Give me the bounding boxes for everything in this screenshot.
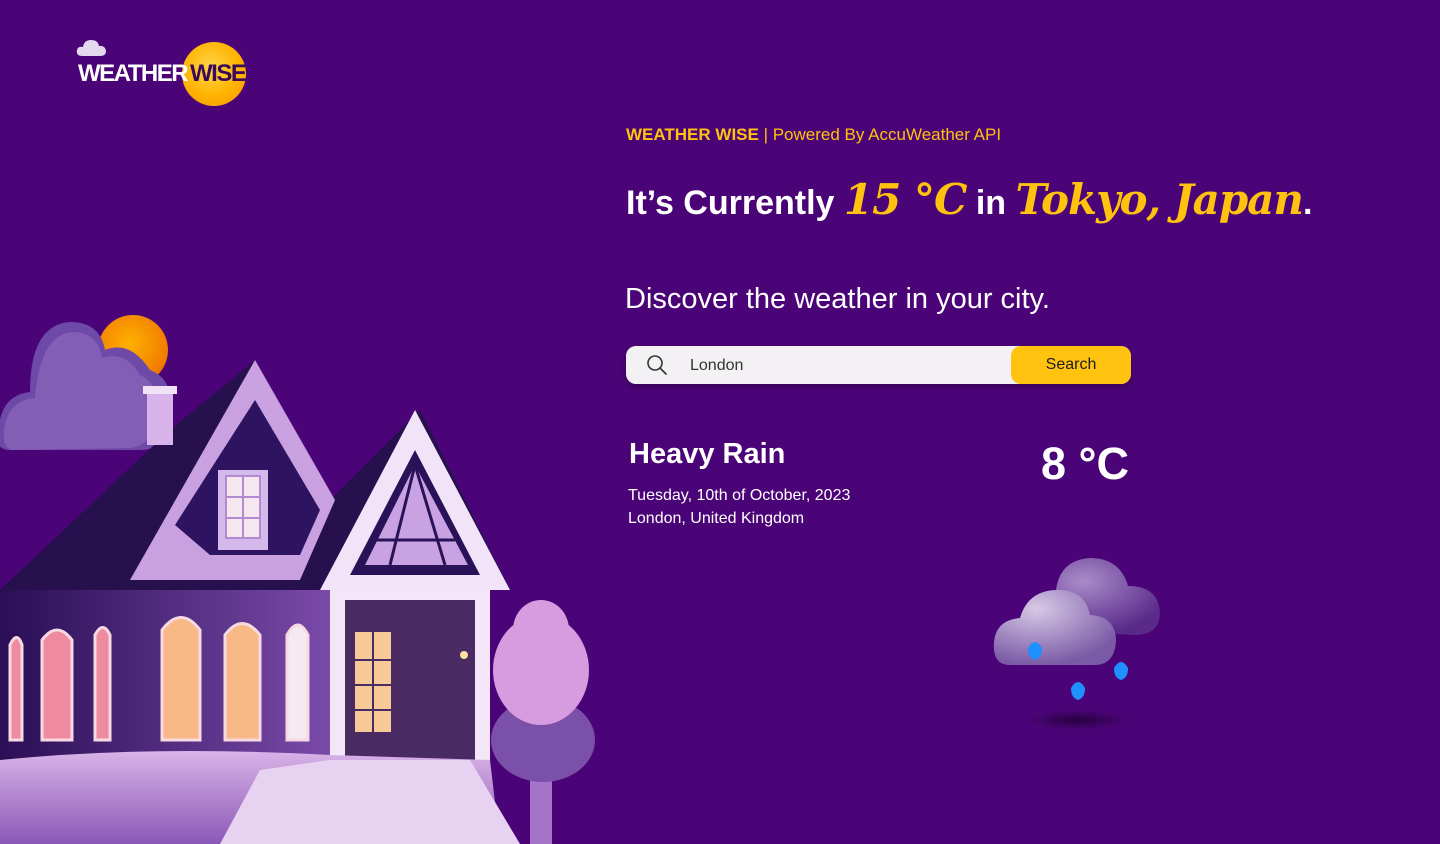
search-icon[interactable]	[646, 354, 668, 376]
current-city: Tokyo, Japan	[1015, 175, 1304, 224]
search-input[interactable]	[688, 352, 1012, 380]
brand-name: WEATHER WISE	[626, 125, 759, 144]
search-bar: Search	[626, 346, 1131, 384]
logo-word-wise: WISE	[190, 60, 247, 87]
weather-temperature: 8 °C	[1041, 438, 1130, 489]
current-weather-headline: It’s Currently 15 °C in Tokyo, Japan.	[626, 170, 1312, 233]
heavy-rain-icon	[993, 558, 1160, 730]
weather-location: London, United Kingdom	[628, 510, 805, 527]
weather-date: Tuesday, 10th of October, 2023	[628, 487, 851, 504]
cloud-icon	[76, 40, 106, 56]
powered-by-text: | Powered By AccuWeather API	[758, 125, 1002, 144]
logo[interactable]: WEATHER WISE	[76, 38, 256, 108]
current-temperature: 15 °C	[843, 175, 967, 224]
logo-word-weather: WEATHER	[78, 60, 189, 87]
headline-suffix: .	[1302, 184, 1313, 222]
house-illustration	[0, 315, 595, 844]
search-button[interactable]: Search	[1011, 346, 1131, 384]
headline-prefix: It’s Currently	[626, 184, 844, 222]
discover-heading: Discover the weather in your city.	[625, 283, 1050, 315]
powered-by-line: WEATHER WISE | Powered By AccuWeather AP…	[626, 125, 1001, 145]
headline-middle: in	[966, 184, 1016, 222]
weather-condition: Heavy Rain	[629, 438, 786, 470]
